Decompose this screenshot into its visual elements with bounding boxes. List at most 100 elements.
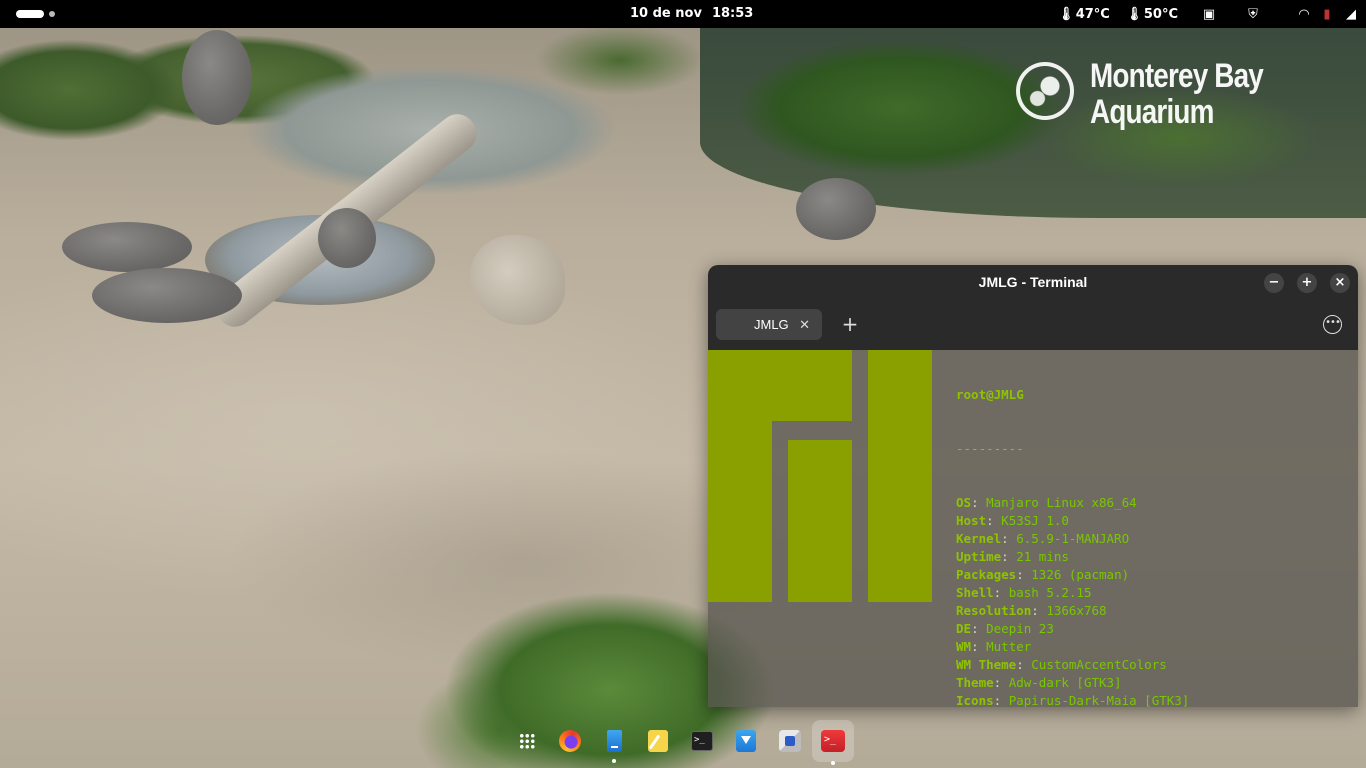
fetch-line: Kernel: 6.5.9-1-MANJARO [956,531,1130,546]
dock-item-firefox[interactable] [553,724,587,758]
fetch-line: Resolution: 1366x768 [956,603,1107,618]
volume-icon[interactable]: ◢ [1344,7,1358,22]
running-indicator [831,761,835,765]
fetch-key: Resolution [956,603,1032,618]
dock-item-terminal[interactable]: >_ [685,724,719,758]
terminal-output[interactable]: root@JMLG --------- OS: Manjaro Linux x8… [708,350,1358,707]
deepin-terminal-icon: >_ [821,730,845,752]
thermometer-icon: 🌡 [1057,6,1075,22]
fetch-key: OS [956,495,972,510]
terminal-window[interactable]: JMLG - Terminal − + × JMLG ✕ + ••• root@… [708,265,1358,707]
fetch-line: DE: Deepin 23 [956,621,1054,636]
dock-item-download-manager[interactable] [729,724,763,758]
wallpaper-bird [182,30,252,125]
file-manager-icon [606,730,622,752]
watermark-line-1: Monterey Bay [1090,57,1264,95]
aquarium-watermark-logo: Monterey Bay Aquarium [1016,58,1266,134]
watermark-line-2: Aquarium [1090,93,1214,131]
fetch-line: Host: K53SJ 1.0 [956,513,1069,528]
battery-icon[interactable]: ▮ [1320,7,1334,22]
dock-item-settings[interactable] [773,724,807,758]
wallpaper-bird [796,178,876,240]
fetch-header: root@JMLG [956,387,1024,402]
clock-date: 10 de nov [630,6,702,21]
logo-block [868,350,932,602]
fetch-value: 21 mins [1016,549,1069,564]
fetch-value: bash 5.2.15 [1008,585,1092,600]
aquarium-seal-icon [1016,62,1074,120]
terminal-icon: >_ [691,731,713,751]
fetch-value: 6.5.9-1-MANJARO [1016,531,1130,546]
wallpaper-bird [62,222,192,272]
workspace-dot[interactable] [49,11,55,17]
tab-label: JMLG [754,317,789,332]
wallpaper-bird [92,268,242,323]
firefox-icon [559,730,581,752]
dock: >_ >_ [506,718,860,765]
wallpaper-foliage [0,20,740,200]
tab-close-icon[interactable]: ✕ [799,309,810,340]
maximize-button[interactable]: + [1297,273,1317,293]
clock[interactable]: 10 de nov 18:53 [630,0,753,28]
fetch-value: Mutter [986,639,1032,654]
app-grid-icon [519,733,535,749]
fetch-value: 1366x768 [1046,603,1107,618]
fetch-line: Shell: bash 5.2.15 [956,585,1092,600]
fetch-value: Papirus-Dark-Maia [GTK3] [1008,693,1190,707]
terminal-titlebar[interactable]: JMLG - Terminal − + × [708,265,1358,299]
fetch-key: DE [956,621,972,636]
download-manager-icon [736,730,756,752]
fetch-value: Adw-dark [GTK3] [1008,675,1122,690]
menu-icon[interactable]: ••• [1323,315,1342,334]
top-panel: 10 de nov 18:53 🌡 47°C 🌡 50°C ▣ ⛨ ◠ ▮ ◢ [0,0,1366,28]
gpu-temperature-indicator[interactable]: 🌡 50°C [1126,0,1178,28]
minimize-button[interactable]: − [1264,273,1284,293]
wallpaper-bird [318,208,376,268]
gpu-temperature-value: 50°C [1143,6,1178,22]
logo-block [788,440,852,602]
wallpaper-rock [470,235,565,325]
cpu-temperature-indicator[interactable]: 🌡 47°C [1058,0,1110,28]
neofetch-info: root@JMLG --------- OS: Manjaro Linux x8… [956,350,1356,707]
settings-icon [779,730,801,752]
fetch-line: Theme: Adw-dark [GTK3] [956,675,1122,690]
fetch-line: WM: Mutter [956,639,1032,654]
dock-item-app-grid[interactable] [510,724,544,758]
workspace-indicator[interactable] [16,10,55,18]
fetch-line: Packages: 1326 (pacman) [956,567,1130,582]
wifi-icon[interactable]: ◠ [1296,7,1312,22]
fetch-line: WM Theme: CustomAccentColors [956,657,1167,672]
dock-item-deepin-terminal[interactable]: >_ [812,720,854,765]
dock-item-text-editor[interactable] [641,724,675,758]
thermometer-icon: 🌡 [1125,6,1143,22]
fetch-line: Icons: Papirus-Dark-Maia [GTK3] [956,693,1190,707]
text-editor-icon [648,730,668,752]
fetch-key: WM [956,639,972,654]
cpu-temperature-value: 47°C [1075,6,1110,22]
fetch-line: OS: Manjaro Linux x86_64 [956,495,1137,510]
active-workspace-pill[interactable] [16,10,44,18]
fetch-key: Kernel [956,531,1002,546]
logo-block [708,421,772,602]
fetch-key: Icons [956,693,994,707]
shield-icon[interactable]: ⛨ [1246,7,1260,22]
chip-icon[interactable]: ▣ [1202,7,1216,22]
close-button[interactable]: × [1330,273,1350,293]
logo-block [708,350,852,421]
fetch-value: Deepin 23 [986,621,1054,636]
fetch-key: Shell [956,585,994,600]
clock-time: 18:53 [711,6,754,21]
fetch-key: Theme [956,675,994,690]
running-indicator [612,759,616,763]
window-title: JMLG - Terminal [978,274,1088,290]
dock-item-file-manager[interactable] [597,724,631,763]
fetch-key: Host [956,513,987,528]
new-tab-button[interactable]: + [840,309,860,340]
system-tray: 🌡 47°C 🌡 50°C ▣ ⛨ ◠ ▮ ◢ [1058,0,1366,28]
fetch-key: Uptime [956,549,1002,564]
fetch-line: Uptime: 21 mins [956,549,1069,564]
fetch-key: WM Theme [956,657,1017,672]
terminal-tab[interactable]: JMLG ✕ [716,309,822,340]
fetch-underline: --------- [956,441,1024,456]
fetch-key: Packages [956,567,1017,582]
